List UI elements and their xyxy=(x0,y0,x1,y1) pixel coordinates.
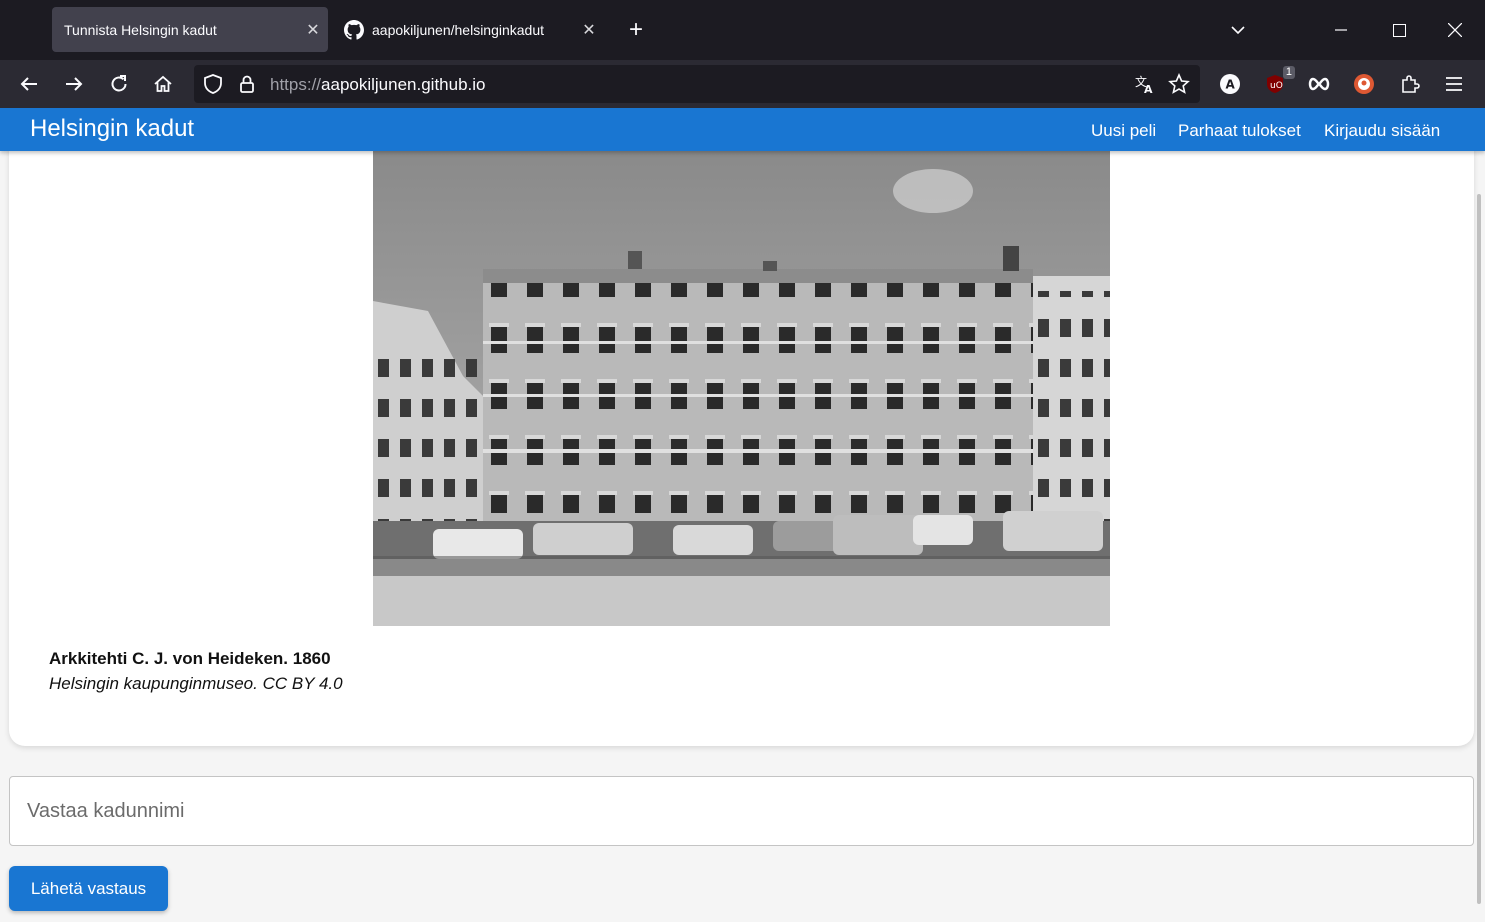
browser-tab-strip: Tunnista Helsingin kadut ✕ aapokiljunen/… xyxy=(0,0,1485,60)
scrollbar[interactable] xyxy=(1477,194,1481,904)
chevron-down-icon[interactable] xyxy=(1222,14,1254,46)
menu-icon[interactable] xyxy=(1440,70,1468,98)
tab-tunnista-helsingin-kadut[interactable]: Tunnista Helsingin kadut ✕ xyxy=(52,7,328,52)
submit-answer-button[interactable]: Lähetä vastaus xyxy=(9,866,168,911)
svg-text:uO: uO xyxy=(1270,81,1283,91)
web-page: Helsingin kadut Uusi peli Parhaat tuloks… xyxy=(0,108,1485,922)
photo-card: Arkkitehti C. J. von Heideken. 1860 Hels… xyxy=(9,108,1474,746)
github-icon xyxy=(344,19,364,40)
window-close-icon[interactable] xyxy=(1432,8,1478,52)
minimize-icon[interactable] xyxy=(1318,8,1364,52)
close-icon[interactable]: ✕ xyxy=(574,20,604,40)
photo-caption-title: Arkkitehti C. J. von Heideken. 1860 xyxy=(49,649,331,668)
svg-text:A: A xyxy=(1226,78,1236,92)
tab-title: aapokiljunen/helsinginkadut xyxy=(372,21,545,38)
lock-icon[interactable] xyxy=(236,73,258,100)
browser-toolbar: https://aapokiljunen.github.io 文A A uO 1 xyxy=(0,60,1485,108)
new-tab-button[interactable]: + xyxy=(620,14,652,46)
photo-caption-credit: Helsingin kaupunginmuseo. CC BY 4.0 xyxy=(49,674,343,693)
maximize-icon[interactable] xyxy=(1376,8,1422,52)
app-header: Helsingin kadut Uusi peli Parhaat tuloks… xyxy=(0,108,1485,151)
app-title[interactable]: Helsingin kadut xyxy=(30,115,194,143)
account-icon[interactable]: A xyxy=(1216,70,1244,98)
tab-title: Tunnista Helsingin kadut xyxy=(64,21,217,38)
url-text: https://aapokiljunen.github.io xyxy=(270,75,486,94)
login-link[interactable]: Kirjaudu sisään xyxy=(1324,121,1440,141)
close-icon[interactable]: ✕ xyxy=(298,20,328,40)
svg-text:A: A xyxy=(1144,83,1153,95)
extensions-icon[interactable] xyxy=(1396,70,1424,98)
translate-icon[interactable]: 文A xyxy=(1134,73,1156,100)
home-icon[interactable] xyxy=(147,68,179,100)
ublock-icon[interactable]: uO 1 xyxy=(1261,66,1295,98)
duckduckgo-icon[interactable] xyxy=(1350,70,1378,98)
new-game-link[interactable]: Uusi peli xyxy=(1091,121,1156,141)
street-photo xyxy=(373,151,1110,626)
reload-icon[interactable] xyxy=(103,68,135,100)
back-icon[interactable] xyxy=(13,68,45,100)
tab-github-repo[interactable]: aapokiljunen/helsinginkadut ✕ xyxy=(336,7,604,52)
extension-badge: 1 xyxy=(1282,66,1295,79)
bookmark-star-icon[interactable] xyxy=(1168,72,1190,100)
best-scores-link[interactable]: Parhaat tulokset xyxy=(1178,121,1301,141)
shield-icon[interactable] xyxy=(202,73,224,100)
forward-icon[interactable] xyxy=(58,68,90,100)
answer-input[interactable] xyxy=(9,776,1474,846)
url-bar[interactable]: https://aapokiljunen.github.io 文A xyxy=(194,65,1200,103)
infinity-icon[interactable] xyxy=(1305,70,1333,98)
